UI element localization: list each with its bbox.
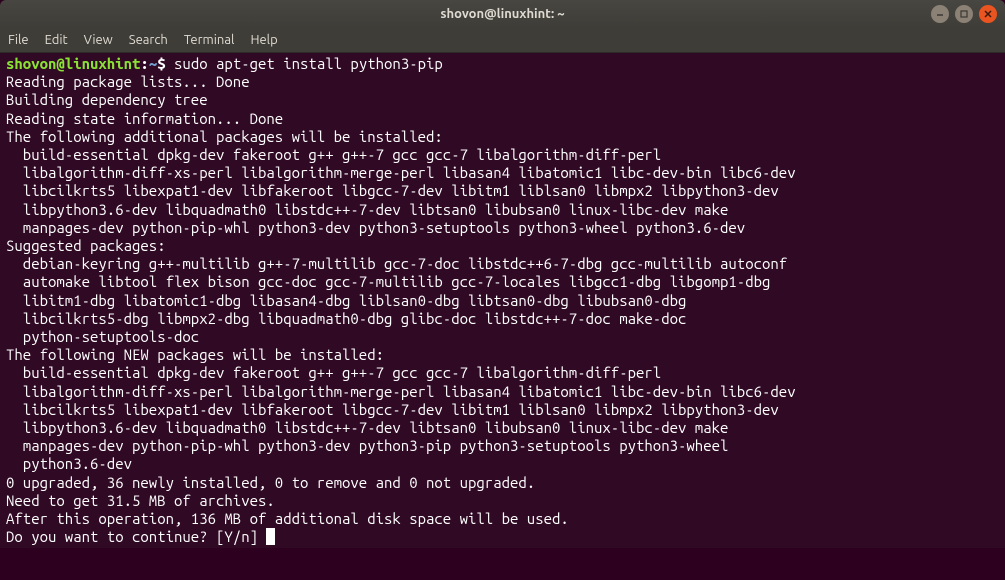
out-line: python-setuptools-doc (6, 328, 199, 345)
out-line: After this operation, 136 MB of addition… (6, 510, 569, 527)
out-line: build-essential dpkg-dev fakeroot g++ g+… (6, 146, 661, 163)
prompt-path: ~ (149, 55, 157, 72)
command-text: sudo apt-get install python3-pip (174, 55, 443, 72)
menu-terminal[interactable]: Terminal (184, 33, 235, 47)
maximize-button[interactable] (955, 5, 973, 23)
out-line: libcilkrts5 libexpat1-dev libfakeroot li… (6, 401, 779, 418)
prompt-dollar: $ (157, 55, 165, 72)
out-line-prompt: Do you want to continue? [Y/n] (6, 528, 266, 545)
menubar: File Edit View Search Terminal Help (0, 28, 1005, 53)
out-line: Suggested packages: (6, 237, 166, 254)
out-line: debian-keyring g++-multilib g++-7-multil… (6, 255, 787, 272)
menu-edit[interactable]: Edit (45, 33, 68, 47)
out-line: libpython3.6-dev libquadmath0 libstdc++-… (6, 419, 728, 436)
menu-file[interactable]: File (8, 33, 29, 47)
menu-search[interactable]: Search (129, 33, 168, 47)
out-line: manpages-dev python-pip-whl python3-dev … (6, 437, 728, 454)
out-line: Building dependency tree (6, 91, 208, 108)
maximize-icon (959, 9, 969, 19)
terminal-output[interactable]: shovon@linuxhint:~$ sudo apt-get install… (0, 53, 1005, 548)
menu-view[interactable]: View (84, 33, 113, 47)
out-line: libcilkrts5 libexpat1-dev libfakeroot li… (6, 182, 779, 199)
out-line: The following NEW packages will be insta… (6, 346, 384, 363)
out-line: Reading package lists... Done (6, 73, 250, 90)
menu-help[interactable]: Help (250, 33, 277, 47)
out-line: python3.6-dev (6, 455, 132, 472)
out-line: Reading state information... Done (6, 110, 283, 127)
out-line: The following additional packages will b… (6, 128, 443, 145)
out-line: build-essential dpkg-dev fakeroot g++ g+… (6, 364, 661, 381)
cursor-icon (266, 528, 275, 545)
prompt-userhost: shovon@linuxhint (6, 55, 140, 72)
prompt-colon: : (140, 55, 148, 72)
out-line: libalgorithm-diff-xs-perl libalgorithm-m… (6, 164, 796, 181)
out-line: libitm1-dbg libatomic1-dbg libasan4-dbg … (6, 292, 686, 309)
close-icon (983, 9, 993, 19)
window-titlebar: shovon@linuxhint: ~ (0, 0, 1005, 28)
window-title: shovon@linuxhint: ~ (440, 7, 564, 21)
out-line: libcilkrts5-dbg libmpx2-dbg libquadmath0… (6, 310, 686, 327)
out-line: 0 upgraded, 36 newly installed, 0 to rem… (6, 474, 535, 491)
out-line: manpages-dev python-pip-whl python3-dev … (6, 219, 745, 236)
out-line: libpython3.6-dev libquadmath0 libstdc++-… (6, 201, 728, 218)
minimize-button[interactable] (931, 5, 949, 23)
close-button[interactable] (979, 5, 997, 23)
window-controls (931, 5, 997, 23)
minimize-icon (935, 9, 945, 19)
out-line: Need to get 31.5 MB of archives. (6, 492, 275, 509)
out-line: libalgorithm-diff-xs-perl libalgorithm-m… (6, 383, 796, 400)
out-line: automake libtool flex bison gcc-doc gcc-… (6, 273, 770, 290)
